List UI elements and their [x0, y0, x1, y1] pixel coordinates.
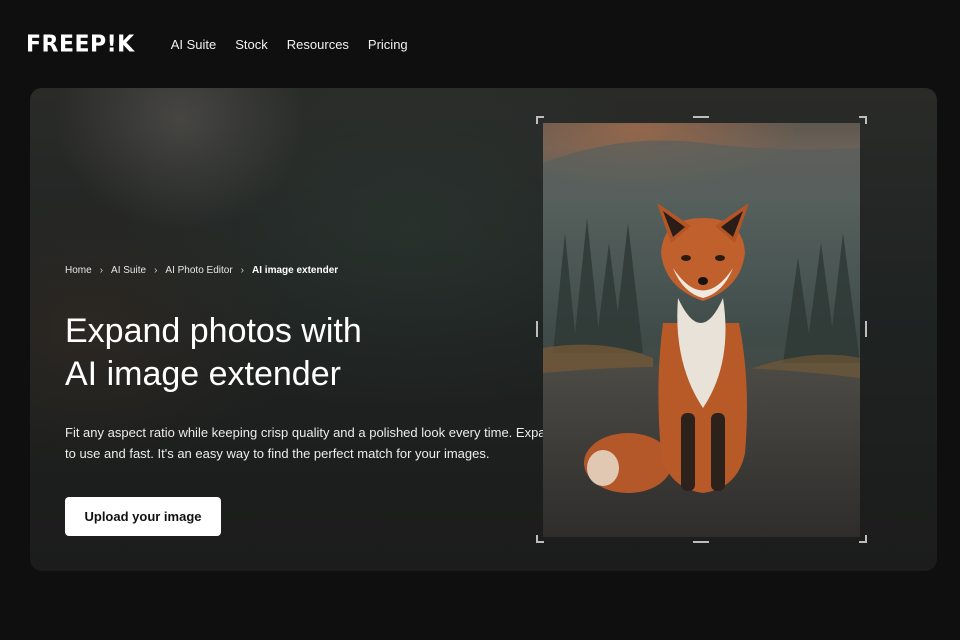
freepik-logo[interactable]: FREEP!K: [26, 31, 135, 57]
nav-stock[interactable]: Stock: [235, 37, 268, 52]
fox-illustration: [543, 123, 860, 537]
nav-ai-suite[interactable]: AI Suite: [171, 37, 217, 52]
breadcrumb-current: AI image extender: [252, 265, 339, 276]
image-extend-frame: [536, 116, 867, 543]
nav-pricing[interactable]: Pricing: [368, 37, 408, 52]
breadcrumb-ai-suite[interactable]: AI Suite: [111, 265, 146, 276]
frame-handle-left[interactable]: [536, 321, 538, 337]
breadcrumb-ai-photo-editor[interactable]: AI Photo Editor: [165, 265, 232, 276]
title-line-1: Expand photos with: [65, 312, 362, 350]
nav-resources[interactable]: Resources: [287, 37, 349, 52]
frame-corner-bottom-left[interactable]: [536, 535, 544, 543]
frame-corner-bottom-right[interactable]: [859, 535, 867, 543]
title-line-2: AI image extender: [65, 355, 341, 393]
breadcrumb-home[interactable]: Home: [65, 265, 92, 276]
page-title: Expand photos with AI image extender: [65, 310, 485, 396]
frame-handle-right[interactable]: [865, 321, 867, 337]
main-nav: AI Suite Stock Resources Pricing: [171, 37, 408, 52]
chevron-right-icon: ›: [240, 265, 245, 276]
hero-description: Fit any aspect ratio while keeping crisp…: [65, 425, 600, 461]
top-navigation: FREEP!K AI Suite Stock Resources Pricing: [0, 0, 960, 88]
frame-handle-bottom[interactable]: [693, 541, 709, 543]
chevron-right-icon: ›: [154, 265, 158, 276]
upload-image-button[interactable]: Upload your image: [65, 497, 221, 536]
chevron-right-icon: ›: [99, 265, 104, 276]
fox-photo: [543, 123, 860, 537]
breadcrumb: Home › AI Suite › AI Photo Editor › AI i…: [65, 265, 338, 276]
frame-corner-top-left[interactable]: [536, 116, 544, 124]
frame-corner-top-right[interactable]: [859, 116, 867, 124]
hero-section: Home › AI Suite › AI Photo Editor › AI i…: [30, 88, 937, 571]
frame-handle-top[interactable]: [693, 116, 709, 118]
